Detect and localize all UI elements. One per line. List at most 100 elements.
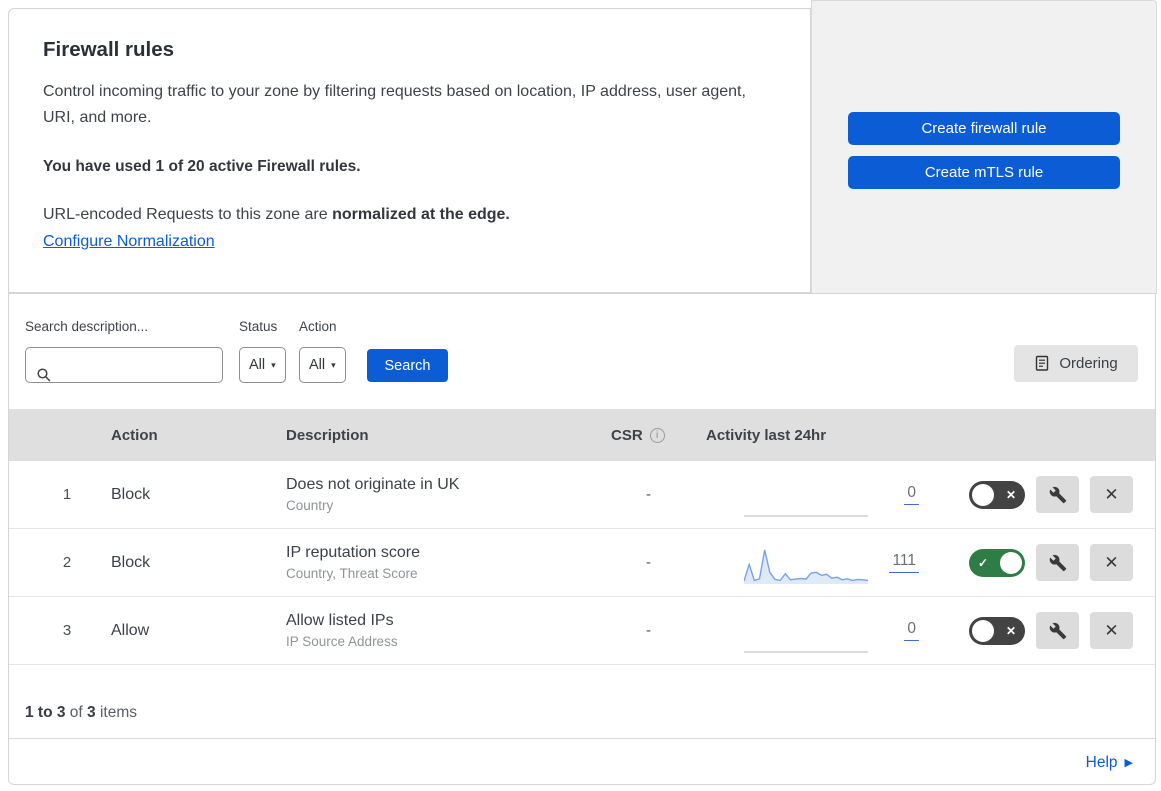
toggle-knob xyxy=(972,483,994,506)
pagination-summary: 1 to 3 of 3 items xyxy=(9,665,1155,739)
activity-count-link[interactable]: 0 xyxy=(904,620,919,641)
page-description: Control incoming traffic to your zone by… xyxy=(43,83,746,126)
activity-sparkline xyxy=(744,514,868,517)
ordering-button-label: Ordering xyxy=(1059,355,1118,372)
table-header: Action Description CSR i Activity last 2… xyxy=(9,409,1155,461)
arrow-right-icon: ▶ xyxy=(1124,757,1133,769)
items-text: items xyxy=(95,704,137,721)
help-label: Help xyxy=(1085,753,1118,771)
rule-enabled-toggle[interactable]: ✓ ✕ xyxy=(969,480,1025,509)
search-box xyxy=(25,347,223,383)
rule-enabled-toggle[interactable]: ✓ ✕ xyxy=(969,616,1025,645)
rule-controls: ✓ ✕ ✕ xyxy=(921,612,1155,649)
normalization-text: URL-encoded Requests to this zone are xyxy=(43,206,333,223)
wrench-icon xyxy=(1049,622,1066,639)
chevron-down-icon: ▾ xyxy=(271,359,276,370)
csr-column-header: CSR i xyxy=(606,427,691,444)
actions-panel: Create firewall rule Create mTLS rule xyxy=(811,0,1157,294)
action-dropdown-value: All xyxy=(309,357,326,373)
rule-activity-cell: 0 xyxy=(691,461,921,528)
rule-description[interactable]: Does not originate in UK xyxy=(286,476,606,494)
rule-criteria: Country xyxy=(286,498,334,513)
delete-rule-button[interactable]: ✕ xyxy=(1090,544,1133,581)
rule-activity-cell: 0 xyxy=(691,597,921,664)
rule-action: Block xyxy=(111,485,151,503)
rule-description-cell: Allow listed IPs IP Source Address xyxy=(286,612,606,649)
page-title: Firewall rules xyxy=(43,38,175,61)
create-firewall-rule-button[interactable]: Create firewall rule xyxy=(848,112,1120,145)
edit-rule-button[interactable] xyxy=(1036,612,1079,649)
firewall-rules-page: Firewall rules Control incoming traffic … xyxy=(0,0,1161,791)
normalization-notice: URL-encoded Requests to this zone are no… xyxy=(43,206,770,224)
x-icon: ✕ xyxy=(1005,623,1016,638)
status-dropdown-value: All xyxy=(249,357,266,373)
rule-controls: ✓ ✕ ✕ xyxy=(921,476,1155,513)
delete-rule-button[interactable]: ✕ xyxy=(1090,612,1133,649)
csr-header-label: CSR xyxy=(611,426,643,444)
search-icon xyxy=(37,368,51,382)
ordering-button[interactable]: Ordering xyxy=(1014,345,1138,382)
status-label: Status xyxy=(239,319,278,334)
close-icon: ✕ xyxy=(1104,552,1119,572)
rule-criteria: IP Source Address xyxy=(286,634,398,649)
info-icon[interactable]: i xyxy=(649,427,665,443)
action-column-header: Action xyxy=(111,426,158,444)
activity-sparkline xyxy=(744,650,868,653)
rule-csr-value: - xyxy=(646,486,651,503)
rules-table-body: 1 Block Does not originate in UK Country… xyxy=(9,461,1155,665)
rule-priority: 2 xyxy=(62,554,72,571)
items-total: 3 xyxy=(87,704,96,721)
intro-card: Firewall rules Control incoming traffic … xyxy=(8,8,811,293)
action-filter-group: Action All ▾ xyxy=(299,319,346,383)
edit-rule-button[interactable] xyxy=(1036,476,1079,513)
filter-bar: Search description... Status All ▾ Actio… xyxy=(9,294,1155,409)
rule-description[interactable]: Allow listed IPs xyxy=(286,612,606,630)
search-button[interactable]: Search xyxy=(367,349,448,382)
help-link[interactable]: Help ▶ xyxy=(1086,754,1133,772)
wrench-icon xyxy=(1049,554,1066,571)
rule-csr-value: - xyxy=(646,622,651,639)
rule-activity-cell: 111 xyxy=(691,529,921,596)
activity-count-link[interactable]: 0 xyxy=(904,484,919,505)
x-icon: ✕ xyxy=(1005,487,1016,502)
rule-priority: 1 xyxy=(62,486,72,503)
search-input[interactable] xyxy=(25,347,223,383)
close-icon: ✕ xyxy=(1104,620,1119,640)
table-row: 3 Allow Allow listed IPs IP Source Addre… xyxy=(9,597,1155,665)
rule-action: Block xyxy=(111,553,151,571)
rule-controls: ✓ ✕ ✕ xyxy=(921,544,1155,581)
configure-normalization-link[interactable]: Configure Normalization xyxy=(43,233,215,250)
search-group: Search description... xyxy=(25,319,223,383)
toggle-knob xyxy=(1000,551,1022,574)
toggle-knob xyxy=(972,619,994,642)
activity-count-link[interactable]: 111 xyxy=(889,552,919,573)
usage-notice: You have used 1 of 20 active Firewall ru… xyxy=(43,158,361,175)
help-row: Help ▶ xyxy=(9,739,1155,786)
search-label: Search description... xyxy=(25,319,149,334)
action-label: Action xyxy=(299,319,337,334)
status-dropdown[interactable]: All ▾ xyxy=(239,347,286,383)
of-text: of xyxy=(65,704,88,721)
close-icon: ✕ xyxy=(1104,484,1119,504)
rule-csr-value: - xyxy=(646,554,651,571)
create-mtls-rule-button[interactable]: Create mTLS rule xyxy=(848,156,1120,189)
activity-sparkline xyxy=(744,549,868,584)
rule-criteria: Country, Threat Score xyxy=(286,566,418,581)
action-dropdown[interactable]: All ▾ xyxy=(299,347,346,383)
rule-description-cell: IP reputation score Country, Threat Scor… xyxy=(286,544,606,581)
check-icon: ✓ xyxy=(978,555,989,570)
table-row: 2 Block IP reputation score Country, Thr… xyxy=(9,529,1155,597)
rule-enabled-toggle[interactable]: ✓ ✕ xyxy=(969,548,1025,577)
edit-rule-button[interactable] xyxy=(1036,544,1079,581)
rules-card: Search description... Status All ▾ Actio… xyxy=(8,293,1156,785)
items-range: 1 to 3 xyxy=(25,704,66,721)
description-column-header: Description xyxy=(286,426,369,444)
status-filter-group: Status All ▾ xyxy=(239,319,286,383)
delete-rule-button[interactable]: ✕ xyxy=(1090,476,1133,513)
rule-action: Allow xyxy=(111,621,150,639)
chevron-down-icon: ▾ xyxy=(331,359,336,370)
rule-description[interactable]: IP reputation score xyxy=(286,544,606,562)
activity-column-header: Activity last 24hr xyxy=(706,426,827,444)
rule-description-cell: Does not originate in UK Country xyxy=(286,476,606,513)
wrench-icon xyxy=(1049,486,1066,503)
